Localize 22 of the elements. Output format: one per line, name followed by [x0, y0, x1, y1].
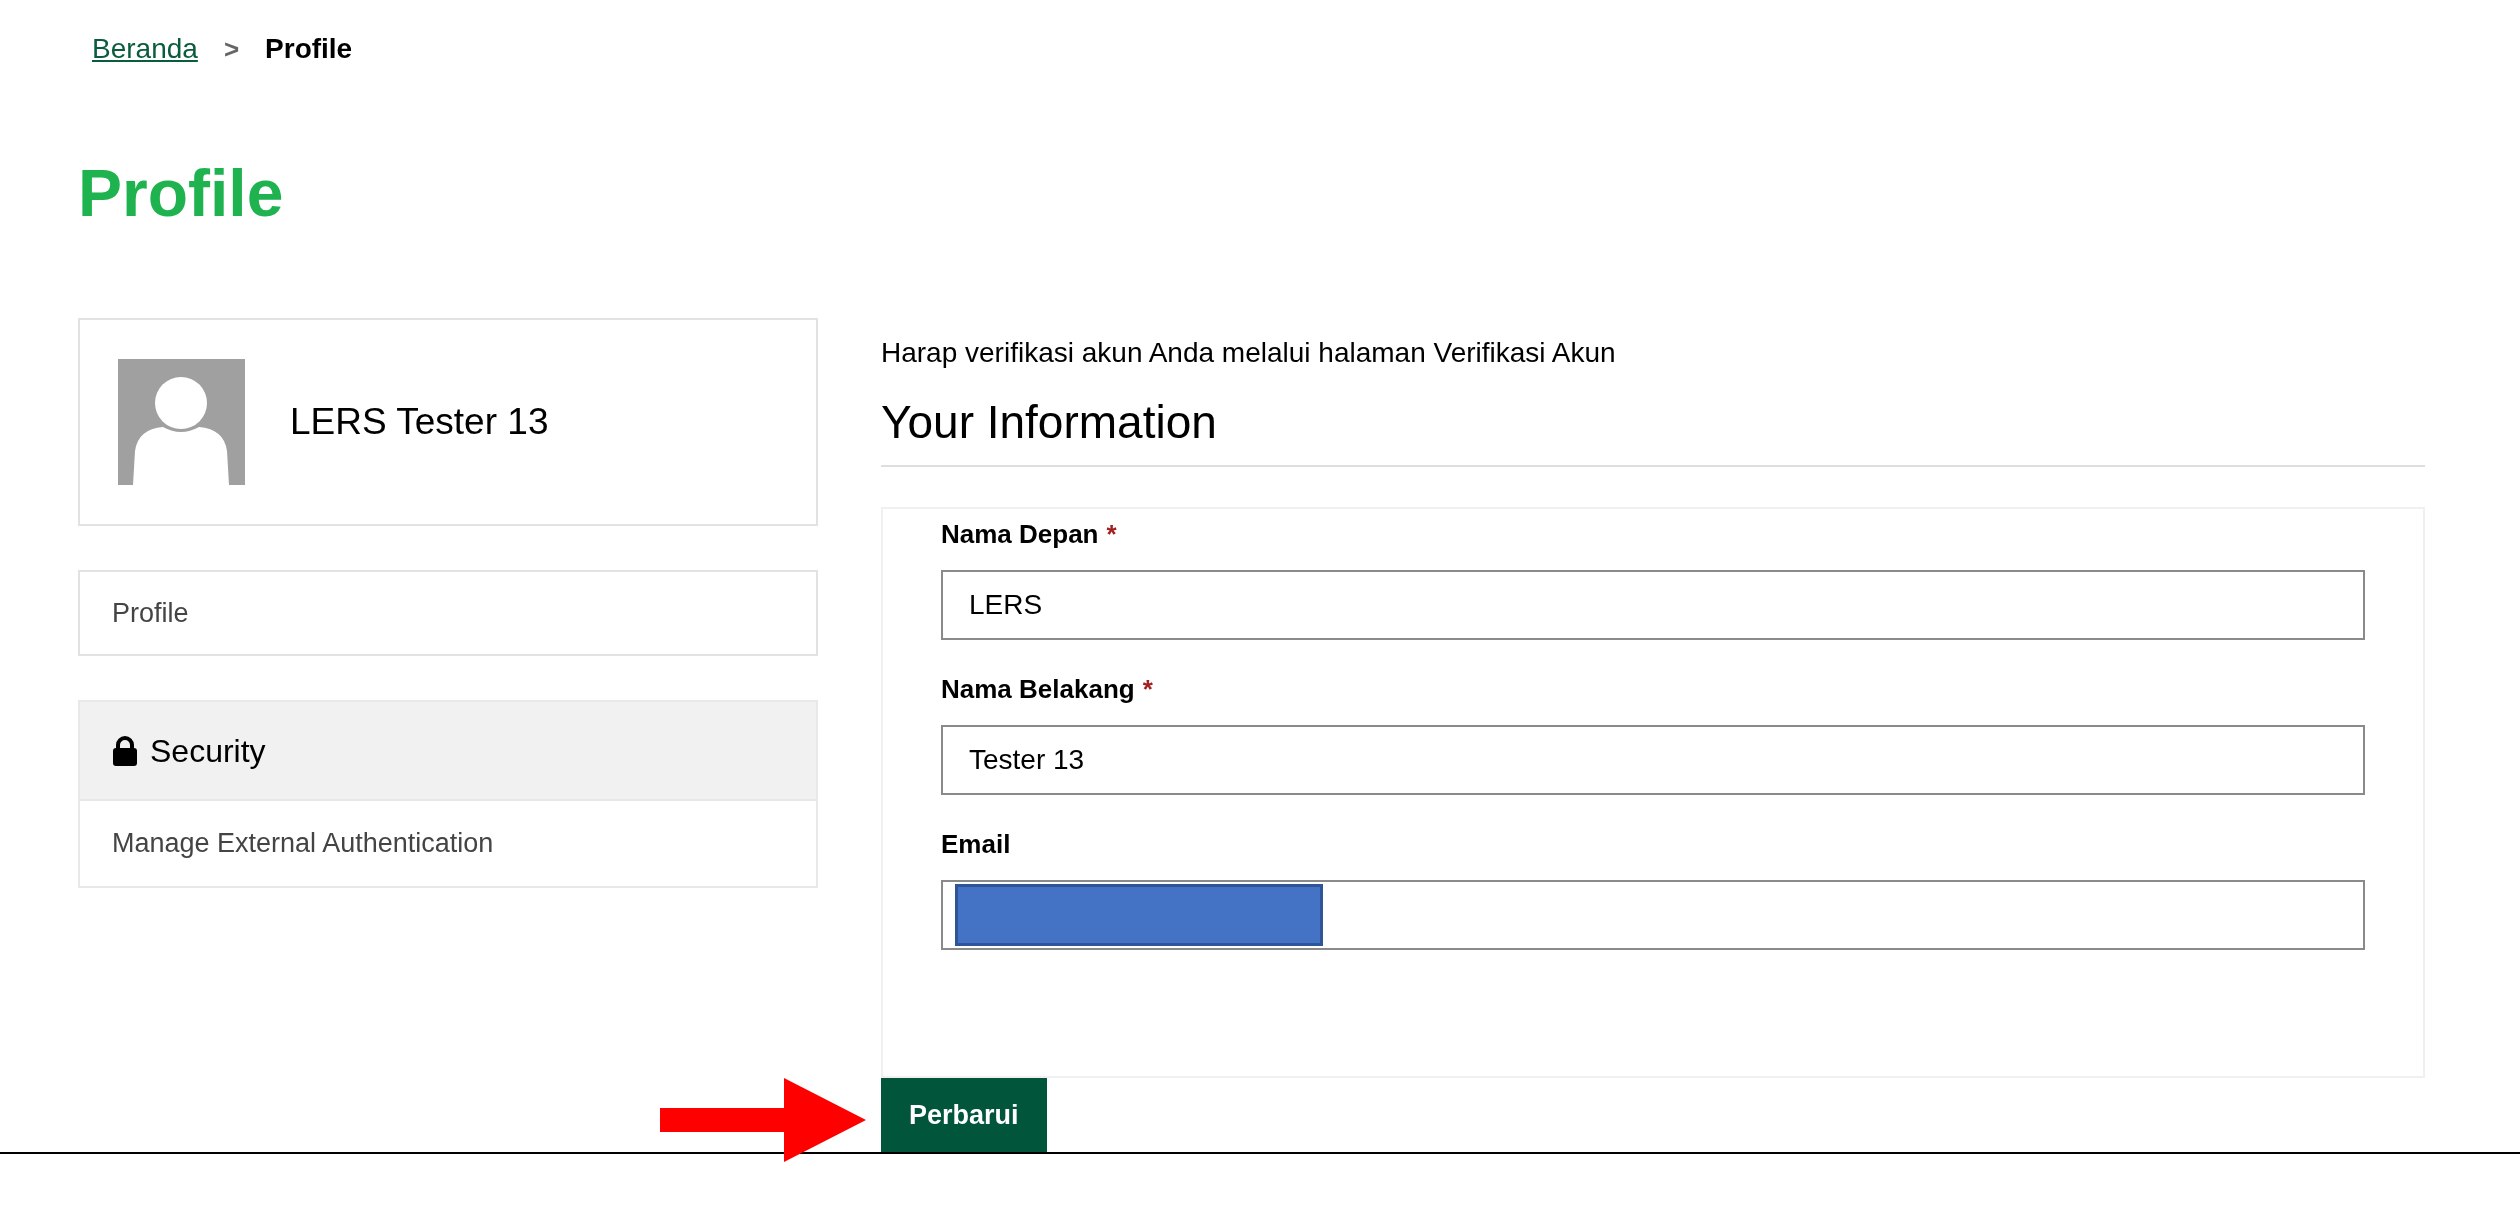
input-field[interactable] — [941, 880, 2365, 950]
breadcrumb-separator: > — [223, 32, 240, 66]
field-label: Nama Belakang — [941, 673, 1135, 706]
lock-icon — [112, 735, 138, 766]
input-field[interactable]: Tester 13 — [941, 725, 2365, 795]
page-title: Profile — [77, 160, 285, 226]
sidebar-item[interactable]: Profile — [78, 570, 818, 656]
required-mark: * — [1106, 518, 1117, 551]
submit-button[interactable]: Perbarui — [881, 1078, 1047, 1152]
field-label: Email — [941, 828, 1011, 861]
avatar-icon — [118, 359, 245, 485]
field-label: Nama Depan — [941, 518, 1099, 551]
sidebar-item[interactable]: Manage External Authentication — [80, 799, 816, 886]
required-mark: * — [1142, 673, 1153, 706]
section-title: Security — [150, 731, 266, 771]
breadcrumb-current: Profile — [265, 32, 353, 66]
section-heading: Your Information — [881, 388, 2425, 467]
input-field[interactable]: LERS — [941, 570, 2365, 640]
breadcrumb-link[interactable]: Beranda — [92, 28, 198, 70]
user-name: LERS Tester 13 — [290, 400, 549, 445]
verification-notice: Harap verifikasi akun Anda melalui halaman Verifikasi Akun — [881, 336, 1617, 370]
arrow-icon — [660, 1078, 866, 1162]
